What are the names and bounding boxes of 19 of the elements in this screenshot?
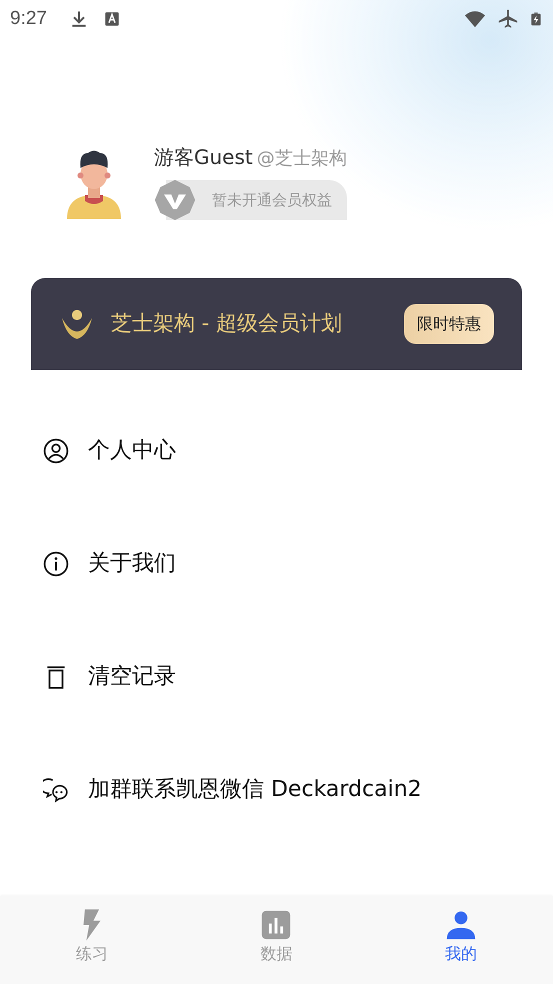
user-handle: @芝士架构 [256,147,347,171]
airplane-icon [497,8,519,30]
menu-item[interactable]: 加群联系凯恩微信 Deckardcain2 [0,733,553,846]
user-name: 游客Guest [154,144,253,171]
font-icon [102,10,121,28]
vip-icon [153,178,197,222]
info-icon [43,550,69,576]
banner-title: 芝士架构 - 超级会员计划 [111,310,343,338]
offer-button[interactable]: 限时特惠 [404,304,494,344]
status-time: 9:27 [10,6,47,31]
chat-icon [43,776,69,802]
tab[interactable]: 我的 [368,896,553,984]
wifi-icon [463,8,487,30]
menu-item[interactable]: 清空记录 [0,620,553,733]
menu-item[interactable]: 个人中心 [0,394,553,507]
membership-status: 暂未开通会员权益 [212,190,332,211]
menu-item[interactable]: 关于我们 [0,507,553,620]
member-banner[interactable]: 芝士架构 - 超级会员计划 限时特惠 [31,278,522,370]
person-icon [43,438,69,464]
